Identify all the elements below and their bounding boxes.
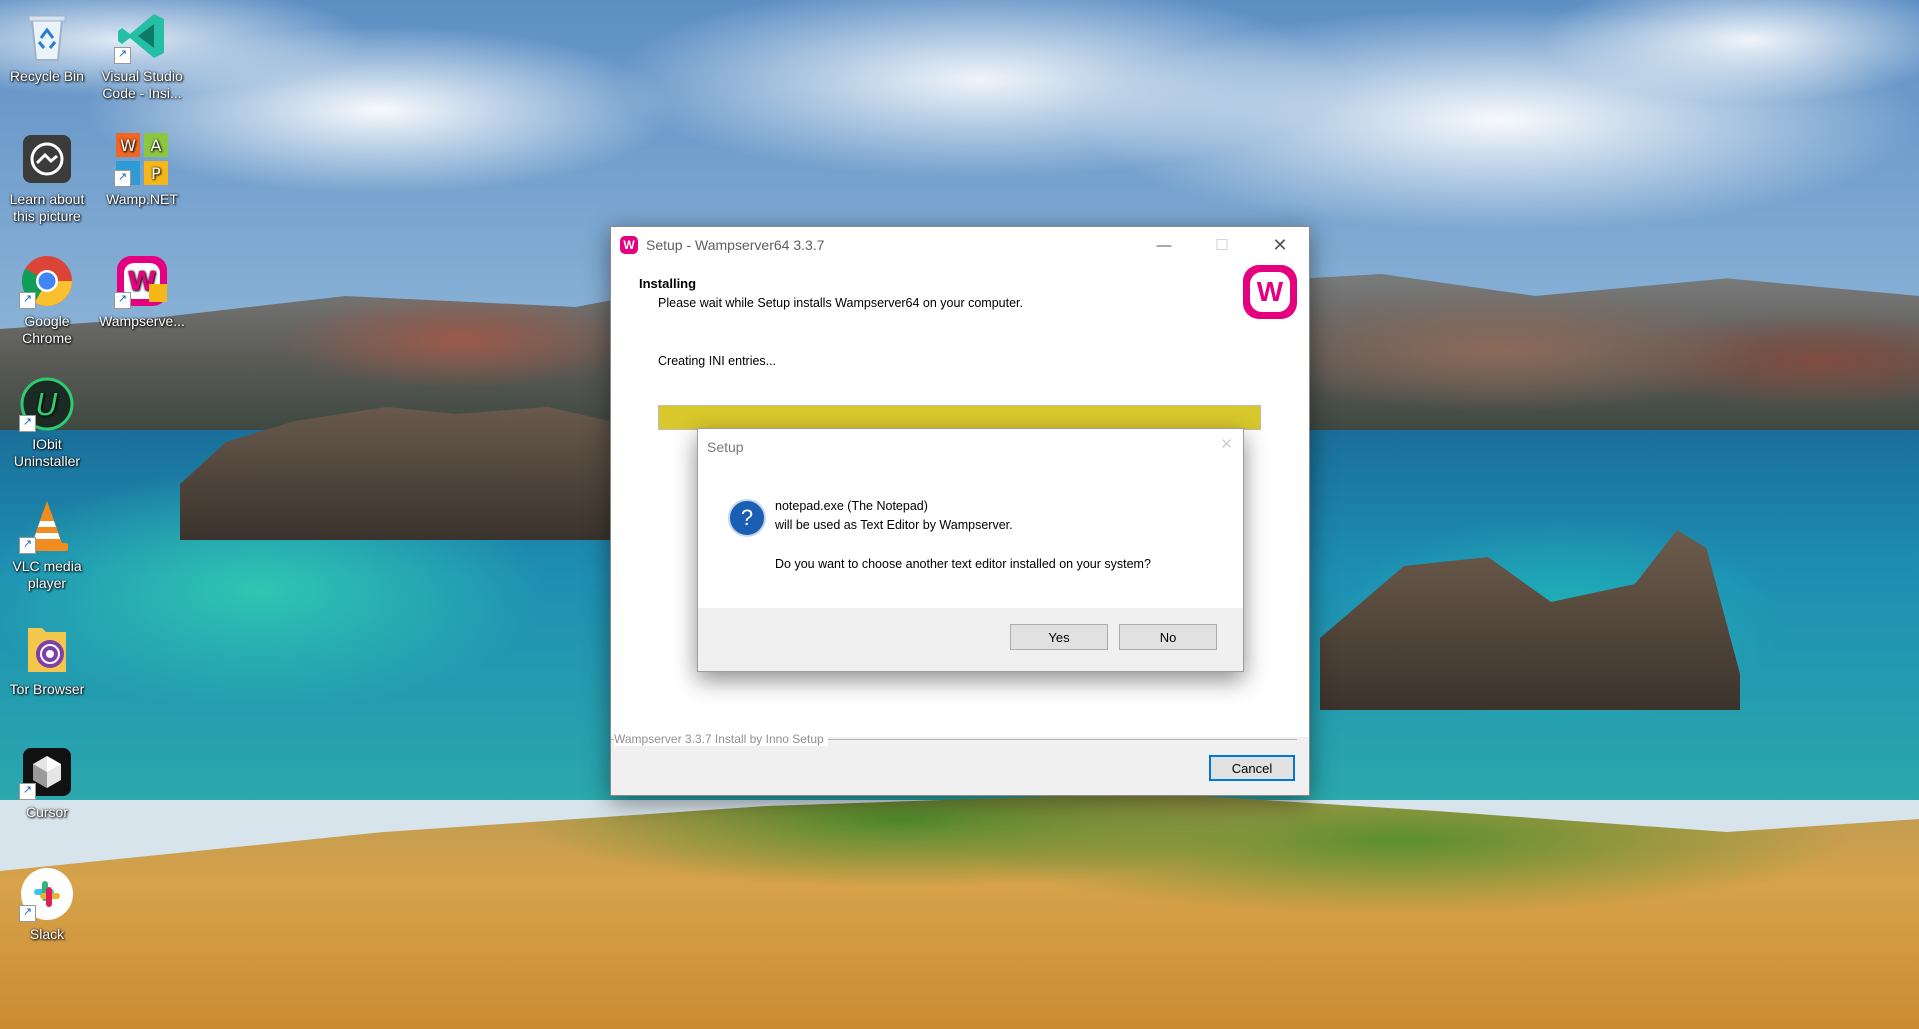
shortcut-arrow-icon: ↗ bbox=[19, 783, 36, 800]
learn-picture-icon bbox=[19, 131, 75, 187]
chrome-icon: ↗ bbox=[19, 253, 75, 309]
dialog-question: Do you want to choose another text edito… bbox=[775, 557, 1151, 571]
vscode-insiders-icon: ↗ bbox=[114, 8, 170, 64]
wamp-net-icon: WAP ↗ bbox=[114, 131, 170, 187]
shortcut-arrow-icon: ↗ bbox=[19, 537, 36, 554]
dialog-line-2: will be used as Text Editor by Wampserve… bbox=[775, 518, 1013, 532]
desktop-icon-label: Slack bbox=[29, 926, 65, 942]
close-icon: ✕ bbox=[1272, 234, 1288, 255]
desktop-icon-label: Tor Browser bbox=[9, 681, 85, 697]
iobit-uninstaller-icon: U ↗ bbox=[19, 376, 75, 432]
shortcut-arrow-icon: ↗ bbox=[114, 170, 131, 187]
desktop-icon-label: VLC media player bbox=[12, 558, 82, 591]
svg-text:W: W bbox=[120, 136, 136, 155]
wampserver-icon: W ↗ bbox=[114, 253, 170, 309]
shortcut-arrow-icon: ↗ bbox=[19, 415, 36, 432]
install-status-text: Creating INI entries... bbox=[658, 354, 777, 368]
desktop-icon-iobit-uninstaller[interactable]: U ↗ IObit Uninstaller bbox=[4, 376, 90, 470]
cursor-icon: ↗ bbox=[19, 744, 75, 800]
minimize-icon: — bbox=[1156, 236, 1172, 254]
svg-text:P: P bbox=[151, 164, 161, 183]
close-button[interactable]: ✕ bbox=[1251, 227, 1309, 263]
wampserver-logo-letter: W bbox=[1250, 272, 1290, 312]
page-subheading: Please wait while Setup installs Wampser… bbox=[658, 296, 1023, 310]
desktop-icon-label: Visual Studio Code - Insi... bbox=[101, 68, 183, 101]
close-icon: ✕ bbox=[1220, 436, 1233, 453]
maximize-icon: ☐ bbox=[1215, 237, 1229, 254]
desktop-icon-wampserver[interactable]: W ↗ Wampserve... bbox=[99, 253, 185, 330]
question-icon: ? bbox=[728, 499, 766, 537]
install-progress-fill bbox=[659, 406, 1260, 429]
text-editor-dialog[interactable]: Setup ✕ ? notepad.exe (The Notepad) will… bbox=[697, 428, 1244, 672]
desktop-icon-label: Cursor bbox=[25, 804, 68, 820]
minimize-button[interactable]: — bbox=[1135, 227, 1193, 263]
no-button[interactable]: No bbox=[1119, 624, 1217, 650]
page-heading: Installing bbox=[639, 276, 697, 291]
desktop-icon-cursor[interactable]: ↗ Cursor bbox=[4, 744, 90, 821]
desktop-icon-wamp-net[interactable]: WAP ↗ Wamp.NET bbox=[99, 131, 185, 208]
recycle-bin-icon bbox=[19, 8, 75, 64]
desktop-icon-label: Recycle Bin bbox=[10, 68, 84, 84]
install-progress-bar bbox=[658, 405, 1261, 430]
shortcut-arrow-icon: ↗ bbox=[19, 905, 36, 922]
desktop-icon-label: Wampserve... bbox=[99, 313, 185, 329]
wampserver-logo: W bbox=[1243, 265, 1297, 319]
desktop-icon-chrome[interactable]: ↗ Google Chrome bbox=[4, 253, 90, 347]
shortcut-arrow-icon: ↗ bbox=[114, 292, 131, 309]
dialog-line-1: notepad.exe (The Notepad) bbox=[775, 499, 928, 513]
desktop-icon-learn-picture[interactable]: Learn about this picture bbox=[4, 131, 90, 225]
shortcut-arrow-icon: ↗ bbox=[114, 47, 131, 64]
svg-text:U: U bbox=[36, 388, 58, 423]
desktop-icon-label: Google Chrome bbox=[22, 313, 72, 346]
desktop-icon-label: Wamp.NET bbox=[106, 191, 178, 207]
desktop-icon-vlc[interactable]: ↗ VLC media player bbox=[4, 498, 90, 592]
dialog-close-button[interactable]: ✕ bbox=[1220, 435, 1233, 453]
desktop-icon-tor-browser[interactable]: Tor Browser bbox=[4, 621, 90, 698]
cancel-button[interactable]: Cancel bbox=[1209, 755, 1295, 781]
vlc-icon: ↗ bbox=[19, 498, 75, 554]
desktop-icon-recycle-bin[interactable]: Recycle Bin bbox=[4, 8, 90, 85]
desktop-icon-vscode-insiders[interactable]: ↗ Visual Studio Code - Insi... bbox=[99, 8, 185, 102]
tor-browser-icon bbox=[19, 621, 75, 677]
shortcut-arrow-icon: ↗ bbox=[19, 292, 36, 309]
yes-button[interactable]: Yes bbox=[1010, 624, 1108, 650]
desktop-icon-label: IObit Uninstaller bbox=[13, 436, 81, 469]
dialog-title: Setup bbox=[707, 439, 744, 455]
inno-setup-branding: Wampserver 3.3.7 Install by Inno Setup bbox=[614, 732, 828, 746]
maximize-button[interactable]: ☐ bbox=[1193, 227, 1251, 263]
slack-icon: ↗ bbox=[19, 866, 75, 922]
svg-text:A: A bbox=[151, 136, 162, 155]
desktop-icon-slack[interactable]: ↗ Slack bbox=[4, 866, 90, 943]
wampserver-app-icon: W bbox=[620, 236, 638, 254]
desktop-icon-label: Learn about this picture bbox=[9, 191, 85, 224]
setup-window-title: Setup - Wampserver64 3.3.7 bbox=[646, 237, 825, 253]
